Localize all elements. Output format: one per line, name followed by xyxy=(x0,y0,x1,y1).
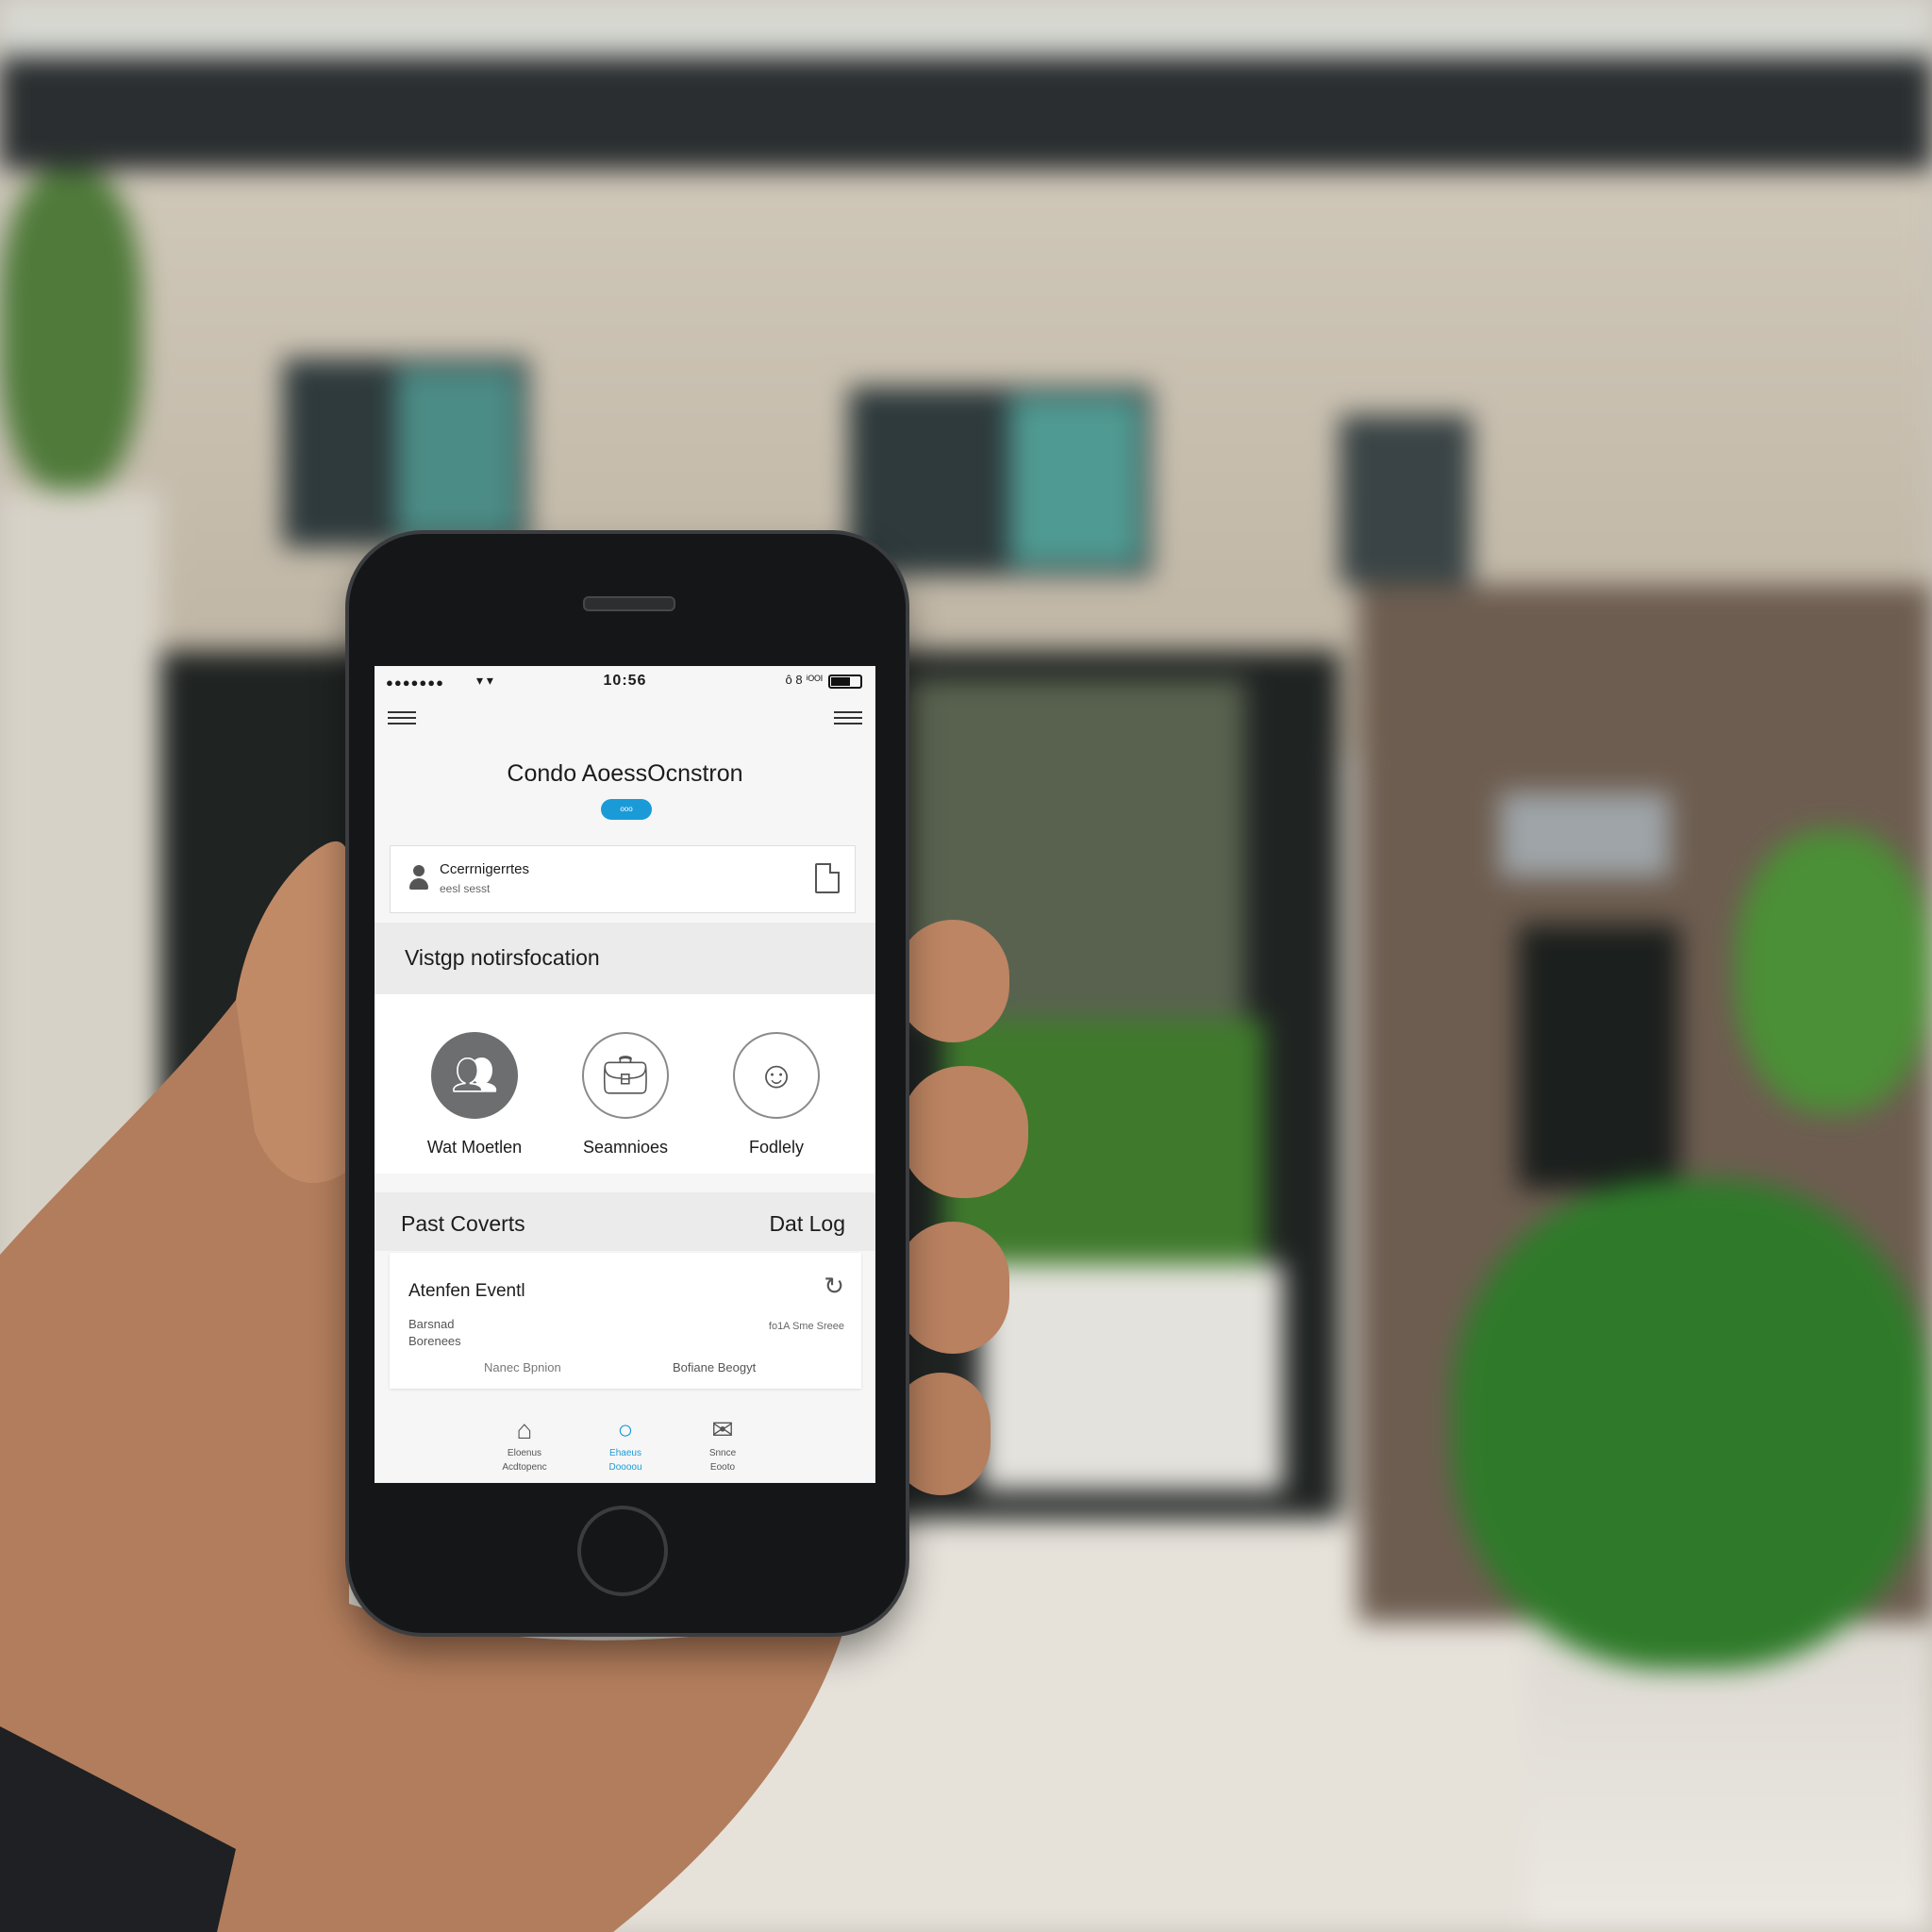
home-button[interactable] xyxy=(577,1506,668,1596)
menu-icon-right[interactable] xyxy=(834,708,862,728)
bottom-tab-bar: ⌂ Eloenus Acdtopenc ○ Ehaeus Doooou ✉ Sn… xyxy=(375,1404,875,1483)
tab-label: Doooou xyxy=(608,1462,642,1473)
visitor-section-title: Vistgp notirsfocation xyxy=(405,945,600,970)
shortcut-wait-motion[interactable]: 👥︎ Wat Moetlen xyxy=(399,1032,550,1158)
chat-icon: ○ xyxy=(617,1415,634,1444)
status-indicators: ô 8 ⁱᴼᴼᴵ xyxy=(785,673,823,687)
refresh-icon[interactable]: ↻ xyxy=(824,1272,844,1301)
person-circle-icon: ☺︎ xyxy=(757,1055,796,1096)
shortcut-label: Seamnioes xyxy=(582,1138,669,1157)
page-title: Condo AoessOcnstron xyxy=(507,760,743,787)
tab-home[interactable]: ⌂ Eloenus Acdtopenc xyxy=(482,1415,567,1474)
resident-info-card[interactable]: Ccerrnigerrtes eesl sesst xyxy=(390,845,856,913)
event-detail: Borenees xyxy=(408,1334,461,1348)
home-icon: ⌂ xyxy=(516,1415,533,1444)
hand xyxy=(0,841,1028,1932)
shortcut-label: Fodlely xyxy=(748,1138,805,1157)
menu-icon-left[interactable] xyxy=(388,708,416,728)
tab-label: Acdtopenc xyxy=(502,1462,547,1473)
event-footer-left: Nanec Bpnion xyxy=(484,1360,561,1374)
status-badge[interactable]: ooo xyxy=(601,799,652,820)
document-icon[interactable] xyxy=(815,863,840,893)
tab-label: Snnce xyxy=(708,1448,737,1458)
event-card[interactable]: Atenfen Eventl ↻ Barsnad Borenees fo1A S… xyxy=(390,1253,861,1389)
earpiece-speaker xyxy=(583,596,675,611)
event-log-link[interactable]: Dat Log xyxy=(769,1211,845,1237)
battery-icon xyxy=(828,675,862,689)
event-footer-right: Bofiane Beogyt xyxy=(673,1360,757,1374)
luggage-icon: 💼︎ xyxy=(601,1055,650,1096)
shortcut-services[interactable]: 💼︎ Seamnioes xyxy=(550,1032,701,1158)
event-title: Atenfen Eventl xyxy=(408,1281,525,1301)
app-screen: ●●●●●●● ▾ ▾ 10:56 ô 8 ⁱᴼᴼᴵ Condo AoessOc… xyxy=(375,666,875,1483)
tab-label: Ehaeus xyxy=(609,1448,641,1458)
events-section-header: Past Coverts Dat Log xyxy=(375,1192,875,1251)
visitor-shortcuts: 👥︎ Wat Moetlen 💼︎ Seamnioes ☺︎ Fodlely xyxy=(375,994,875,1174)
tab-label: Eloenus xyxy=(507,1448,542,1458)
info-card-title: Ccerrnigerrtes xyxy=(440,861,530,877)
person-icon xyxy=(409,865,428,891)
tab-mail[interactable]: ✉ Snnce Eooto xyxy=(680,1415,765,1474)
events-section-title: Past Coverts xyxy=(401,1211,525,1236)
info-card-subtitle: eesl sesst xyxy=(440,882,491,895)
tab-label: Eooto xyxy=(709,1462,736,1473)
event-meta: fo1A Sme Sreee xyxy=(768,1321,844,1332)
shortcut-facility[interactable]: ☺︎ Fodlely xyxy=(701,1032,852,1158)
shortcut-label: Wat Moetlen xyxy=(426,1138,523,1157)
mail-icon: ✉ xyxy=(711,1415,734,1444)
phone: ●●●●●●● ▾ ▾ 10:56 ô 8 ⁱᴼᴼᴵ Condo AoessOc… xyxy=(349,534,906,1633)
status-bar: ●●●●●●● ▾ ▾ 10:56 ô 8 ⁱᴼᴼᴵ xyxy=(375,666,875,694)
group-icon: 👥︎ xyxy=(450,1055,499,1096)
event-detail: Barsnad xyxy=(408,1317,455,1331)
visitor-section-header: Vistgp notirsfocation xyxy=(375,923,875,994)
tab-chat[interactable]: ○ Ehaeus Doooou xyxy=(583,1415,668,1474)
